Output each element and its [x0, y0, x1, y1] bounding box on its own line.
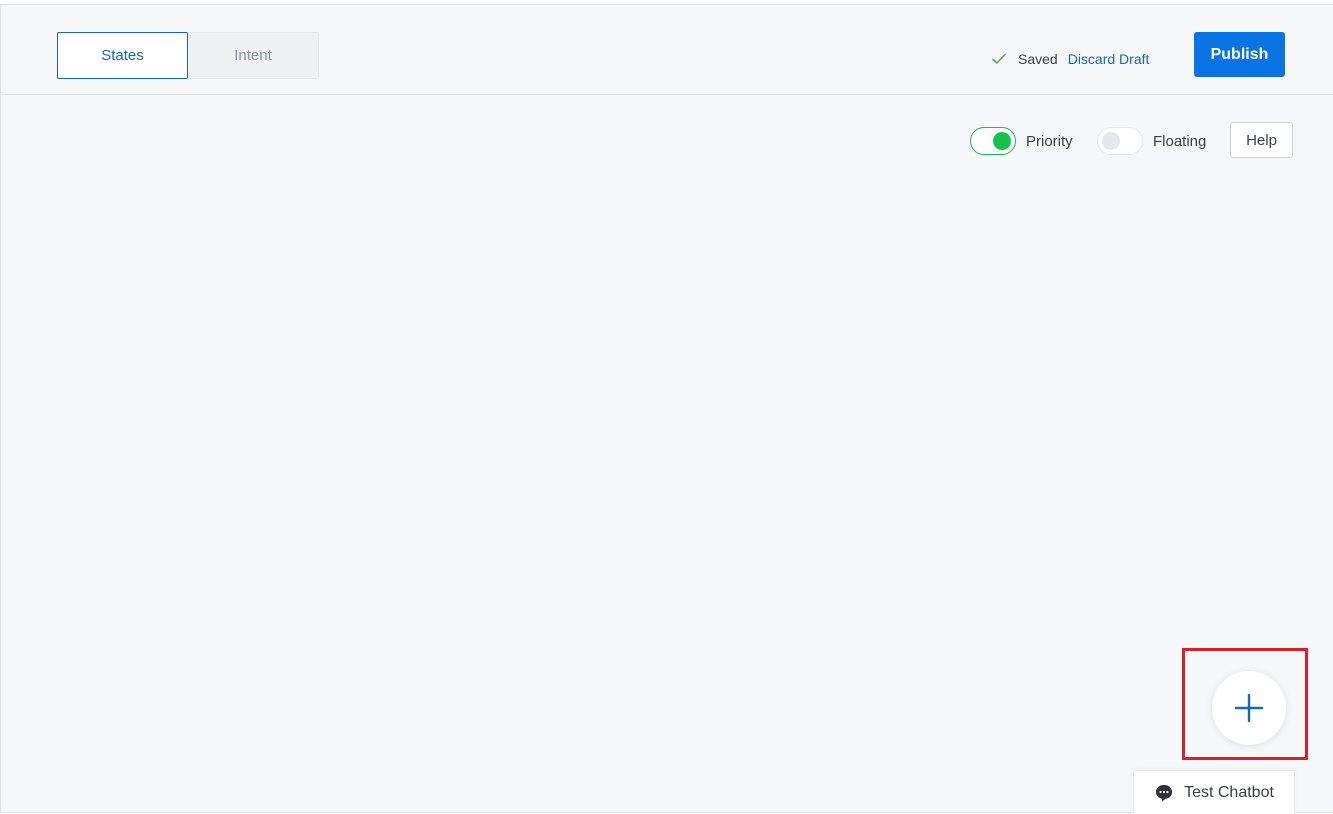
priority-toggle[interactable]: Priority — [970, 126, 1073, 156]
test-chatbot-label: Test Chatbot — [1184, 783, 1274, 801]
discard-draft-link[interactable]: Discard Draft — [1068, 51, 1150, 67]
tab-states[interactable]: States — [57, 32, 188, 79]
priority-label: Priority — [1026, 132, 1073, 150]
test-chatbot-button[interactable]: Test Chatbot — [1133, 770, 1295, 814]
add-state-button[interactable] — [1212, 671, 1286, 745]
publish-button[interactable]: Publish — [1194, 32, 1285, 77]
saved-text: Saved — [1018, 51, 1058, 67]
toggle-knob — [1102, 132, 1120, 150]
app-frame: States Intent Saved Discard Draft Publis… — [0, 4, 1333, 814]
floating-toggle[interactable]: Floating — [1097, 126, 1206, 156]
priority-toggle-switch[interactable] — [970, 127, 1016, 155]
canvas-toolbar: Priority Floating Help — [1, 122, 1333, 162]
floating-label: Floating — [1153, 132, 1207, 150]
chat-bubble-icon — [1154, 783, 1174, 803]
plus-icon — [1234, 693, 1264, 723]
floating-toggle-switch[interactable] — [1097, 127, 1143, 155]
help-button[interactable]: Help — [1230, 122, 1293, 158]
view-tabs: States Intent — [57, 32, 319, 79]
save-status: Saved Discard Draft — [991, 50, 1149, 68]
tab-intent[interactable]: Intent — [188, 32, 319, 79]
toggle-knob — [993, 132, 1011, 150]
check-icon — [991, 51, 1007, 67]
header-bar: States Intent Saved Discard Draft Publis… — [1, 5, 1333, 95]
